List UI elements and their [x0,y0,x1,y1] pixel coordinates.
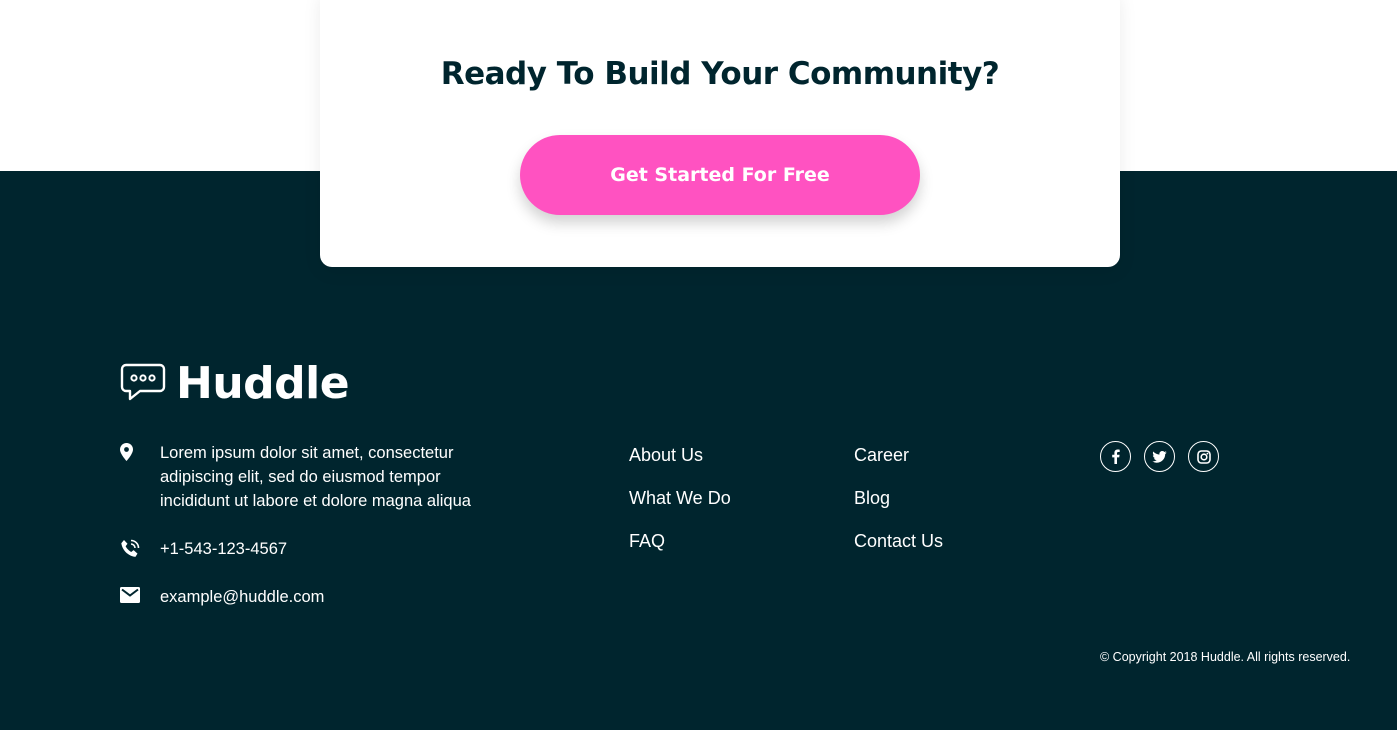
facebook-icon [1112,449,1120,464]
email-icon [120,587,140,603]
social-links [1100,441,1219,472]
nav-link-what-we-do[interactable]: What We Do [629,484,731,527]
cta-title: Ready To Build Your Community? [440,56,1000,92]
get-started-button[interactable]: Get Started For Free [520,135,920,215]
nav-link-career[interactable]: Career [854,441,943,484]
footer-nav-col-2: Career Blog Contact Us [854,441,943,570]
instagram-icon [1196,449,1211,464]
logo-text: Huddle [176,357,350,409]
footer-logo[interactable]: Huddle [120,357,350,409]
contact-email: example@huddle.com [120,585,324,609]
email-address[interactable]: example@huddle.com [160,585,324,609]
cta-card: Ready To Build Your Community? Get Start… [320,0,1120,267]
twitter-icon [1152,450,1167,463]
nav-link-faq[interactable]: FAQ [629,527,731,570]
contact-address: Lorem ipsum dolor sit amet, consectetur … [120,441,500,513]
instagram-link[interactable] [1188,441,1219,472]
contact-phone: +1-543-123-4567 [120,537,287,561]
facebook-link[interactable] [1100,441,1131,472]
nav-link-about-us[interactable]: About Us [629,441,731,484]
phone-icon [121,539,140,557]
footer-nav-col-1: About Us What We Do FAQ [629,441,731,570]
nav-link-blog[interactable]: Blog [854,484,943,527]
nav-link-contact-us[interactable]: Contact Us [854,527,943,570]
location-pin-icon [120,443,133,461]
copyright-text: © Copyright 2018 Huddle. All rights rese… [1100,650,1351,664]
twitter-link[interactable] [1144,441,1175,472]
chat-bubble-icon [120,363,166,401]
address-text: Lorem ipsum dolor sit amet, consectetur … [160,444,471,510]
phone-number[interactable]: +1-543-123-4567 [160,537,287,561]
